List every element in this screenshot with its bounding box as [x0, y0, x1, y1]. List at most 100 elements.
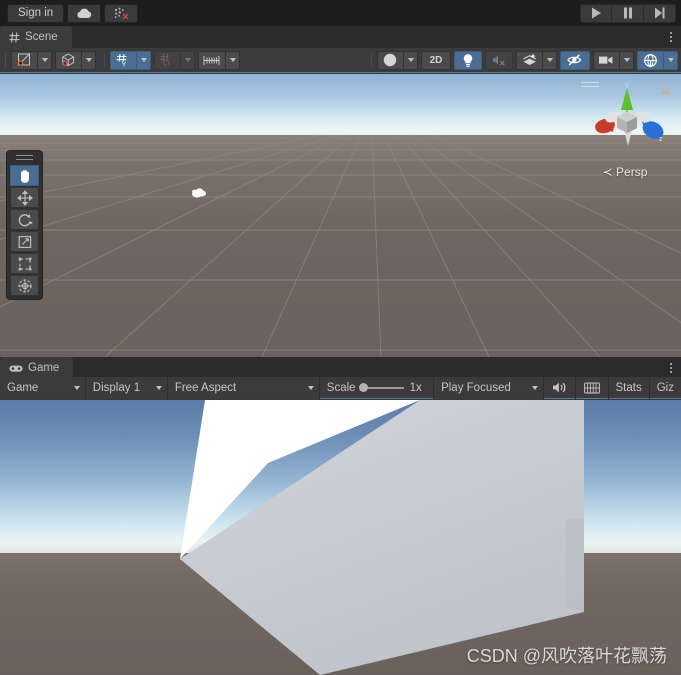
display-selector[interactable]: Display 1	[85, 376, 168, 399]
toggle-2d-button[interactable]: 2D	[421, 50, 451, 70]
scene-orientation-gizmo[interactable]: y z x ≺ Persp	[577, 76, 677, 186]
rect-tool-button[interactable]	[10, 253, 39, 274]
audio-mute-icon	[493, 55, 505, 66]
mute-audio-button[interactable]	[544, 376, 576, 399]
snap-increment-icon	[160, 53, 170, 66]
play-button[interactable]	[580, 3, 612, 23]
transform-tool-button[interactable]	[10, 275, 39, 296]
scene-camera-dropdown[interactable]	[619, 50, 634, 70]
scene-panel-options-button[interactable]	[661, 26, 681, 48]
chevron-down-icon	[667, 58, 674, 62]
shading-mode-icon	[383, 53, 397, 67]
handle-space-button[interactable]	[55, 50, 81, 70]
chevron-down-icon	[307, 385, 314, 390]
gizmo-z-label: z	[659, 136, 663, 143]
game-overlay-icon	[583, 382, 600, 393]
scene-viewport[interactable]: y z x ≺ Persp	[0, 74, 681, 357]
chevron-down-icon	[407, 58, 414, 62]
scene-camera-button[interactable]	[593, 50, 619, 70]
chevron-down-icon	[73, 385, 80, 390]
sign-in-label: Sign in	[18, 6, 54, 19]
grid-size-dropdown[interactable]	[225, 50, 240, 70]
scene-audio-button[interactable]	[485, 50, 513, 70]
main-toolbar: Sign in	[0, 0, 681, 26]
hand-icon	[20, 169, 29, 183]
sign-in-button[interactable]: Sign in	[7, 3, 65, 23]
gamepad-icon	[9, 365, 23, 372]
palette-drag-handle[interactable]	[16, 155, 33, 162]
cloud-button[interactable]	[67, 3, 102, 23]
rotate-tool-button[interactable]	[10, 209, 39, 230]
aspect-ratio-selector[interactable]: Free Aspect	[167, 376, 320, 399]
scale-slider[interactable]	[358, 383, 404, 392]
stats-button[interactable]: Stats	[609, 376, 650, 399]
scene-lighting-button[interactable]	[454, 50, 482, 70]
chevron-down-icon	[85, 58, 92, 62]
game-viewport[interactable]: CSDN @风吹落叶花飘荡	[0, 400, 681, 675]
audio-speaker-icon	[552, 382, 565, 393]
tab-scene[interactable]: Scene	[0, 26, 72, 48]
persp-text: Persp	[616, 165, 648, 179]
chevron-down-icon	[155, 385, 162, 390]
cloud-icon	[77, 8, 92, 18]
gizmos-toggle-button[interactable]	[637, 50, 663, 70]
game-gizmos-button[interactable]: Giz	[650, 377, 681, 399]
game-view-selector[interactable]: Game	[0, 376, 86, 399]
axis-gizmo[interactable]: y z x	[577, 76, 677, 166]
rect-transform-icon	[18, 257, 31, 270]
services-button[interactable]	[104, 3, 139, 23]
pause-icon	[623, 7, 632, 19]
pivot-mode-dropdown[interactable]	[37, 50, 52, 70]
scale-slider-group[interactable]: Scale 1x	[320, 376, 435, 399]
scene-visibility-button[interactable]	[560, 50, 590, 70]
chevron-down-icon	[41, 58, 48, 62]
scale-tool-button[interactable]	[10, 231, 39, 252]
play-mode-label: Play Focused	[441, 381, 511, 394]
game-view-selector-label: Game	[7, 381, 39, 394]
draw-mode-button[interactable]	[377, 50, 403, 70]
move-tool-button[interactable]	[10, 187, 39, 208]
snap-increment-dropdown[interactable]	[180, 50, 195, 70]
panel-options-icon	[670, 32, 672, 34]
grid-size-icon	[203, 55, 220, 65]
pivot-mode-button[interactable]	[11, 50, 37, 70]
chevron-down-icon	[140, 58, 147, 62]
play-mode-selector[interactable]: Play Focused	[434, 376, 544, 399]
game-cube-object	[180, 400, 584, 675]
gizmos-dropdown[interactable]	[663, 50, 678, 70]
pause-button[interactable]	[612, 3, 644, 23]
unity-editor-window: Sign in Scene Y 2D y z x ≺ Persp Game Ga…	[0, 0, 681, 675]
panel-options-icon	[670, 363, 672, 365]
services-bug-icon	[114, 7, 128, 19]
toolbar-divider-2	[104, 52, 105, 68]
chevron-down-icon	[229, 58, 236, 62]
projection-mode-label[interactable]: ≺ Persp	[577, 165, 673, 179]
playmode-controls	[580, 3, 681, 23]
scale-label: Scale	[326, 381, 356, 394]
tab-game-label: Game	[28, 362, 60, 374]
lightbulb-icon	[463, 53, 473, 67]
toggle-2d-label: 2D	[429, 54, 443, 66]
step-button[interactable]	[644, 3, 676, 23]
scale-value: 1x	[409, 381, 422, 394]
grid-snapping-dropdown[interactable]	[136, 50, 151, 70]
game-gizmos-label: Giz	[656, 381, 674, 394]
display-selector-label: Display 1	[92, 381, 141, 394]
game-view-toolbar: Game Display 1 Free Aspect Scale 1x Play…	[0, 376, 681, 399]
hand-tool-button[interactable]	[10, 165, 39, 186]
draw-mode-dropdown[interactable]	[403, 50, 418, 70]
game-overlay-button[interactable]	[576, 376, 609, 399]
scene-effects-button[interactable]	[516, 50, 542, 70]
handle-space-dropdown[interactable]	[81, 50, 96, 70]
snap-increment-button[interactable]	[154, 50, 180, 70]
camera-icon	[599, 56, 613, 64]
scale-slider-knob[interactable]	[358, 383, 368, 392]
gizmos-icon	[644, 53, 657, 67]
csdn-watermark: CSDN @风吹落叶花飘荡	[466, 646, 667, 666]
play-icon	[591, 7, 601, 19]
scene-effects-dropdown[interactable]	[542, 50, 557, 70]
grid-size-button[interactable]	[198, 50, 225, 70]
grid-snapping-button[interactable]: Y	[110, 50, 136, 70]
scene-effects-icon	[522, 53, 536, 65]
grid-hash-icon	[9, 32, 20, 42]
